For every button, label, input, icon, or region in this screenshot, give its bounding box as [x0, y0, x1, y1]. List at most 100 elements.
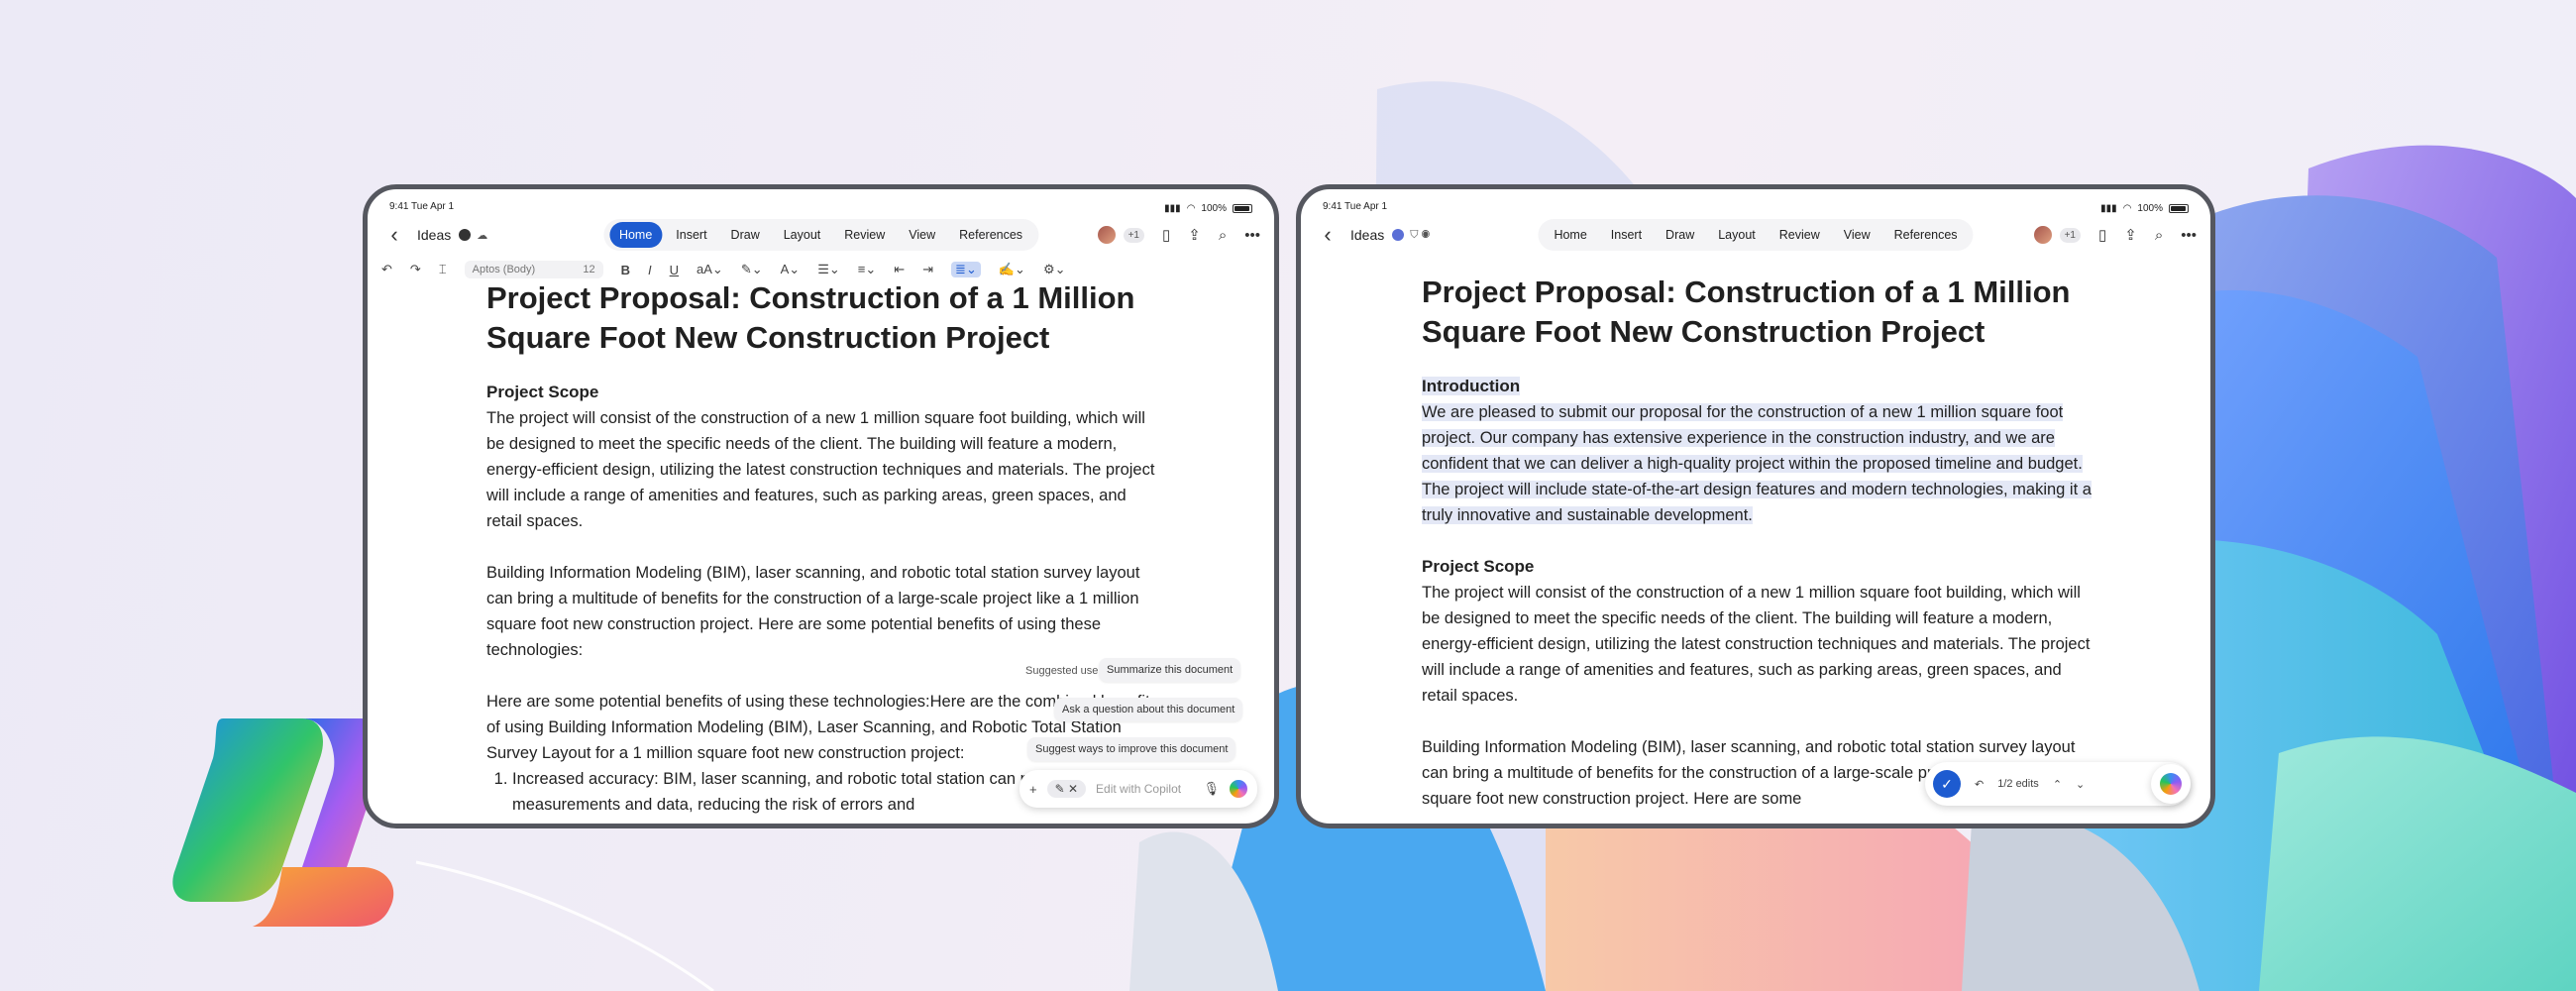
tab-references[interactable]: References	[1884, 222, 1968, 248]
indent-icon[interactable]: ⇥	[922, 262, 933, 277]
previous-edit-icon[interactable]: ⌃	[2053, 778, 2062, 791]
app-nav: ‹ Ideas ☁ Home Insert Draw Layout Review…	[381, 219, 1260, 251]
search-icon[interactable]: ⌕	[1219, 227, 1227, 244]
formatting-toolbar: ↶ ↷ ⌶ Aptos (Body) 12 B I U aA⌄ ✎⌄ A⌄ ☰⌄…	[381, 259, 1260, 280]
undo-icon[interactable]: ↶	[381, 262, 392, 277]
tab-draw[interactable]: Draw	[1656, 222, 1704, 248]
font-color-icon[interactable]: A⌄	[781, 262, 801, 277]
battery-percent: 100%	[2137, 202, 2163, 214]
back-chevron-icon[interactable]: ‹	[381, 222, 407, 248]
outdent-icon[interactable]: ⇤	[894, 262, 905, 277]
avatar[interactable]	[2031, 224, 2054, 246]
next-edit-icon[interactable]: ⌄	[2076, 778, 2085, 791]
sync-status-icon: ☁	[477, 229, 488, 242]
tab-home[interactable]: Home	[608, 222, 663, 248]
copilot-input[interactable]: Edit with Copilot	[1096, 782, 1193, 796]
scope-paragraph: The project will consist of the construc…	[1422, 584, 2091, 705]
intro-heading: Introduction	[1422, 377, 1521, 395]
document-title: Project Proposal: Construction of a 1 Mi…	[1422, 275, 2071, 349]
ribbon-tabs: Home Insert Draw Layout Review View Refe…	[602, 219, 1039, 251]
bullets-icon[interactable]: ☰⌄	[817, 262, 840, 277]
tab-review[interactable]: Review	[1770, 222, 1830, 248]
tab-draw[interactable]: Draw	[721, 222, 770, 248]
align-icon[interactable]: ≣⌄	[951, 262, 981, 277]
status-bar: 9:41 Tue Apr 1 ▮▮▮ ◠ 100%	[389, 201, 1252, 215]
tab-insert[interactable]: Insert	[666, 222, 716, 248]
undo-edit-icon[interactable]: ↶	[1975, 778, 1984, 791]
battery-percent: 100%	[1201, 202, 1227, 214]
device-icon[interactable]: ▯	[2098, 226, 2106, 244]
numbering-icon[interactable]: ≡⌄	[858, 262, 876, 277]
suggested-label: Suggested use	[1025, 665, 1099, 677]
verified-badge-icon	[1392, 229, 1405, 241]
battery-icon	[1233, 203, 1252, 213]
right-tablet-window: 9:41 Tue Apr 1 ▮▮▮ ◠ 100% ‹ Ideas ⛉ ◉ Ho…	[1296, 184, 2215, 828]
tab-home[interactable]: Home	[1544, 222, 1596, 248]
status-time: 9:41 Tue Apr 1	[389, 201, 455, 212]
intro-paragraph: We are pleased to submit our proposal fo…	[1422, 403, 2092, 524]
underline-icon[interactable]: U	[670, 263, 679, 277]
document-name[interactable]: Ideas	[1350, 227, 1384, 243]
status-time: 9:41 Tue Apr 1	[1323, 201, 1388, 212]
scope-paragraph: The project will consist of the construc…	[486, 409, 1155, 530]
copilot-input-bar: + ✎ ✕ Edit with Copilot 🎙	[1020, 770, 1257, 808]
device-icon[interactable]: ▯	[1162, 226, 1170, 244]
verified-badge-icon	[459, 229, 472, 241]
copilot-ribbon-icon[interactable]: ⚙⌄	[1043, 262, 1066, 277]
accept-edit-button[interactable]: ✓	[1933, 770, 1961, 798]
format-painter-icon[interactable]: ⌶	[439, 262, 447, 277]
nav-actions: +1 ▯ ⇪ ⌕ •••	[2031, 224, 2197, 246]
tab-view[interactable]: View	[899, 222, 945, 248]
document-body[interactable]: Project Proposal: Construction of a 1 Mi…	[1422, 273, 2092, 824]
bold-icon[interactable]: B	[621, 263, 630, 277]
wifi-icon: ◠	[2122, 202, 2132, 214]
signal-icon: ▮▮▮	[1164, 202, 1181, 214]
scope-heading: Project Scope	[486, 383, 599, 401]
font-name: Aptos (Body)	[472, 264, 536, 275]
font-size: 12	[583, 264, 595, 275]
copilot-button[interactable]	[2151, 764, 2191, 804]
more-icon[interactable]: •••	[2181, 227, 2197, 244]
avatar[interactable]	[1095, 224, 1118, 246]
collaborator-count: +1	[1123, 227, 1144, 243]
copilot-orb-icon	[2160, 773, 2182, 795]
share-icon[interactable]: ⇪	[2124, 226, 2137, 244]
collaborator-count: +1	[2059, 227, 2081, 243]
add-icon[interactable]: +	[1029, 782, 1037, 797]
tab-review[interactable]: Review	[834, 222, 895, 248]
wifi-icon: ◠	[1186, 202, 1196, 214]
nav-actions: +1 ▯ ⇪ ⌕ •••	[1095, 224, 1260, 246]
redo-icon[interactable]: ↷	[410, 262, 421, 277]
bim-paragraph: Building Information Modeling (BIM), las…	[486, 564, 1140, 659]
back-chevron-icon[interactable]: ‹	[1315, 222, 1341, 248]
microphone-icon[interactable]: 🎙	[1203, 781, 1220, 797]
suggestion-ask-question[interactable]: Ask a question about this document	[1054, 698, 1243, 721]
document-name[interactable]: Ideas	[417, 227, 451, 243]
highlight-icon[interactable]: ✎⌄	[741, 262, 763, 277]
status-bar: 9:41 Tue Apr 1 ▮▮▮ ◠ 100%	[1323, 201, 2189, 215]
share-icon[interactable]: ⇪	[1188, 226, 1201, 244]
styles-icon[interactable]: ✍⌄	[999, 262, 1025, 277]
ribbon-tabs: Home Insert Draw Layout Review View Refe…	[1538, 219, 1974, 251]
tab-layout[interactable]: Layout	[774, 222, 831, 248]
tab-view[interactable]: View	[1834, 222, 1880, 248]
edits-counter: 1/2 edits	[1997, 778, 2039, 790]
more-icon[interactable]: •••	[1244, 227, 1260, 244]
tab-references[interactable]: References	[949, 222, 1032, 248]
tab-insert[interactable]: Insert	[1601, 222, 1652, 248]
font-size-icon[interactable]: aA⌄	[697, 262, 723, 277]
edit-mode-chip[interactable]: ✎ ✕	[1046, 780, 1087, 798]
sensitivity-icon: ⛉ ◉	[1410, 228, 1431, 241]
italic-icon[interactable]: I	[648, 263, 652, 277]
suggestion-improve[interactable]: Suggest ways to improve this document	[1027, 737, 1236, 761]
font-picker[interactable]: Aptos (Body) 12	[464, 261, 603, 278]
copilot-orb-icon[interactable]	[1230, 780, 1247, 798]
scope-heading: Project Scope	[1422, 557, 1535, 576]
app-nav: ‹ Ideas ⛉ ◉ Home Insert Draw Layout Revi…	[1315, 219, 2197, 251]
suggestion-summarize[interactable]: Summarize this document	[1099, 658, 1241, 682]
left-tablet-window: 9:41 Tue Apr 1 ▮▮▮ ◠ 100% ‹ Ideas ☁ Home…	[363, 184, 1279, 828]
tab-layout[interactable]: Layout	[1708, 222, 1766, 248]
battery-icon	[2169, 203, 2189, 213]
search-icon[interactable]: ⌕	[2155, 227, 2163, 244]
signal-icon: ▮▮▮	[2100, 202, 2117, 214]
